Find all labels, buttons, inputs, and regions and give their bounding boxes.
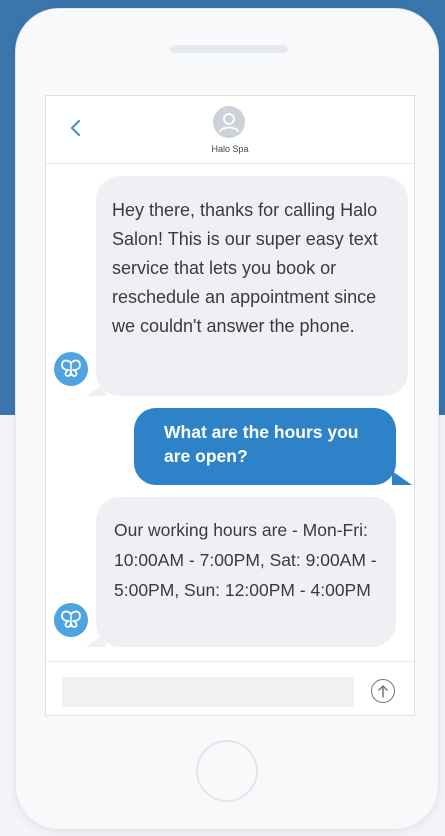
composer-bar [46,661,414,715]
home-button[interactable] [196,740,258,802]
bubble-tail [392,471,412,485]
message-incoming: Our working hours are - Mon-Fri: 10:00AM… [96,497,396,647]
bot-avatar [54,352,88,386]
user-icon [219,113,239,133]
message-input[interactable] [62,677,354,707]
avatar[interactable] [213,106,245,138]
send-button[interactable] [371,679,395,703]
message-outgoing: What are the hours you are open? [134,408,396,485]
chat-header: Halo Spa [46,96,414,164]
bot-avatar [54,603,88,637]
arrow-up-icon [378,685,388,698]
contact-name: Halo Spa [211,144,249,154]
phone-speaker [170,45,288,53]
butterfly-icon [61,359,81,377]
phone-frame: Halo Spa Hey there, thanks for calling H… [15,8,439,830]
butterfly-icon [61,610,81,628]
message-incoming: Hey there, thanks for calling Halo Salon… [96,176,408,396]
chat-screen: Halo Spa Hey there, thanks for calling H… [45,95,415,716]
chevron-left-icon [71,120,80,136]
back-button[interactable] [66,116,86,140]
